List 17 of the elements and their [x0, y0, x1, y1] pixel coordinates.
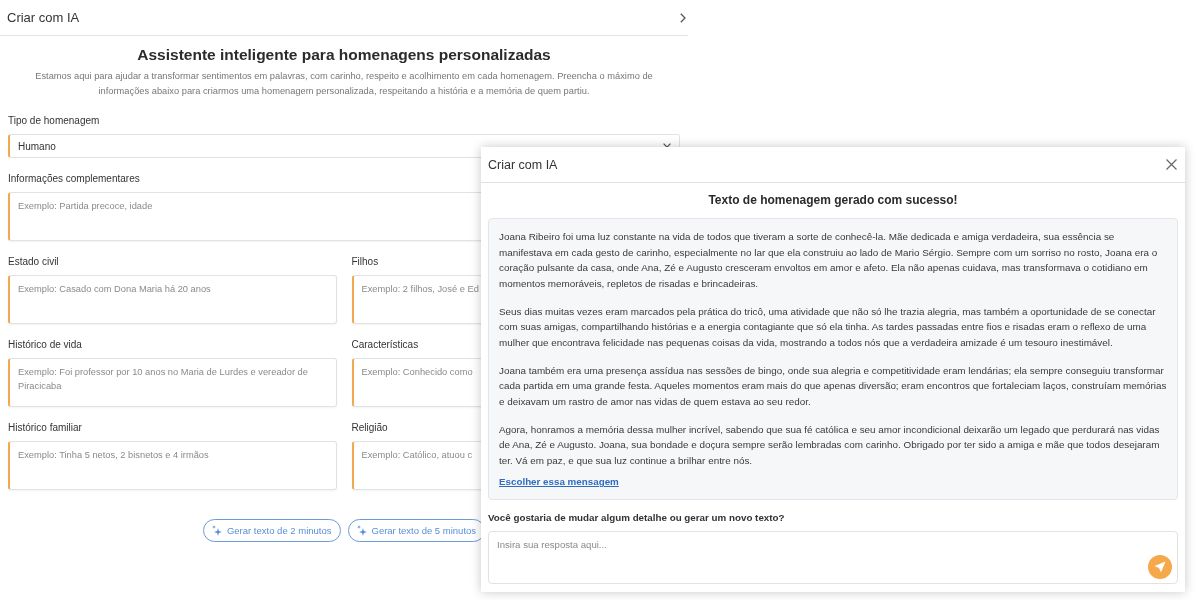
field-label: Estado civil [8, 255, 59, 269]
field-label: Informações complementares [8, 172, 140, 186]
panel-title: Criar com IA [7, 10, 80, 25]
field-label: Histórico familiar [8, 421, 82, 435]
field-label: Tipo de homenagem [8, 114, 100, 128]
message-paragraph: Joana também era uma presença assídua nas sessões de bingo, onde sua alegria e competitividade eram lendárias; ela sempre conseguiu transformar cada partida em uma grande festa. Aqueles momentos eram mais do que apenas diversão; eram encontros que fortaleciam laços, construíam memórias e deixavam um rastro de amor nas vidas de quem estava ao seu redor. [499, 363, 1167, 409]
message-paragraph: Agora, honramos a memória dessa mulher incrível, sabendo que sua fé católica e seu amor incondicional deixarão um legado que perdurará nas vidas de Ana, Zé e Augusto. Joana, sua bondade e doçura sempre serão lembradas com carinho. Obrigado por ter sido a amiga e mãe que todos desejaram ter. Vá em paz, e que sua luz continue a brilhar entre nós. [499, 422, 1161, 468]
intro-text: Estamos aqui para ajudar a transformar sentimentos em palavras, com carinho, respeito e acolhimento em cada homenagem. Preencha o máximo de informações abaixo para criarmos uma homenagem personalizada, respeitando a história e a memória de quem partiu. [34, 70, 654, 98]
form-heading: Assistente inteligente para homenagens personalizadas [136, 45, 552, 65]
field-label: Religião [351, 421, 388, 435]
field-label: Histórico de vida [8, 338, 82, 352]
dialog-title: Criar com IA [488, 157, 558, 172]
field-label: Filhos [351, 255, 379, 269]
success-heading: Texto de homenagem gerado com sucesso! [707, 192, 959, 208]
message-paragraph: Seus dias muitas vezes eram marcados pela prática do tricô, uma atividade que não só lhe trazia alegria, mas também a oportunidade de se conectar com suas amigas, compartilhando histórias e a energia contagiante que só ela tinha. As tardes passadas entre fios e risadas eram o reflexo de uma mulher que encontrava felicidade nas pequenas coisas da vida, mostrando a todos nós que a verdadeira amizade é um tesouro inestimável. [499, 304, 1157, 350]
question-text: Você gostaria de mudar algum detalhe ou gerar um novo texto? [488, 511, 785, 525]
field-label: Características [351, 338, 419, 352]
